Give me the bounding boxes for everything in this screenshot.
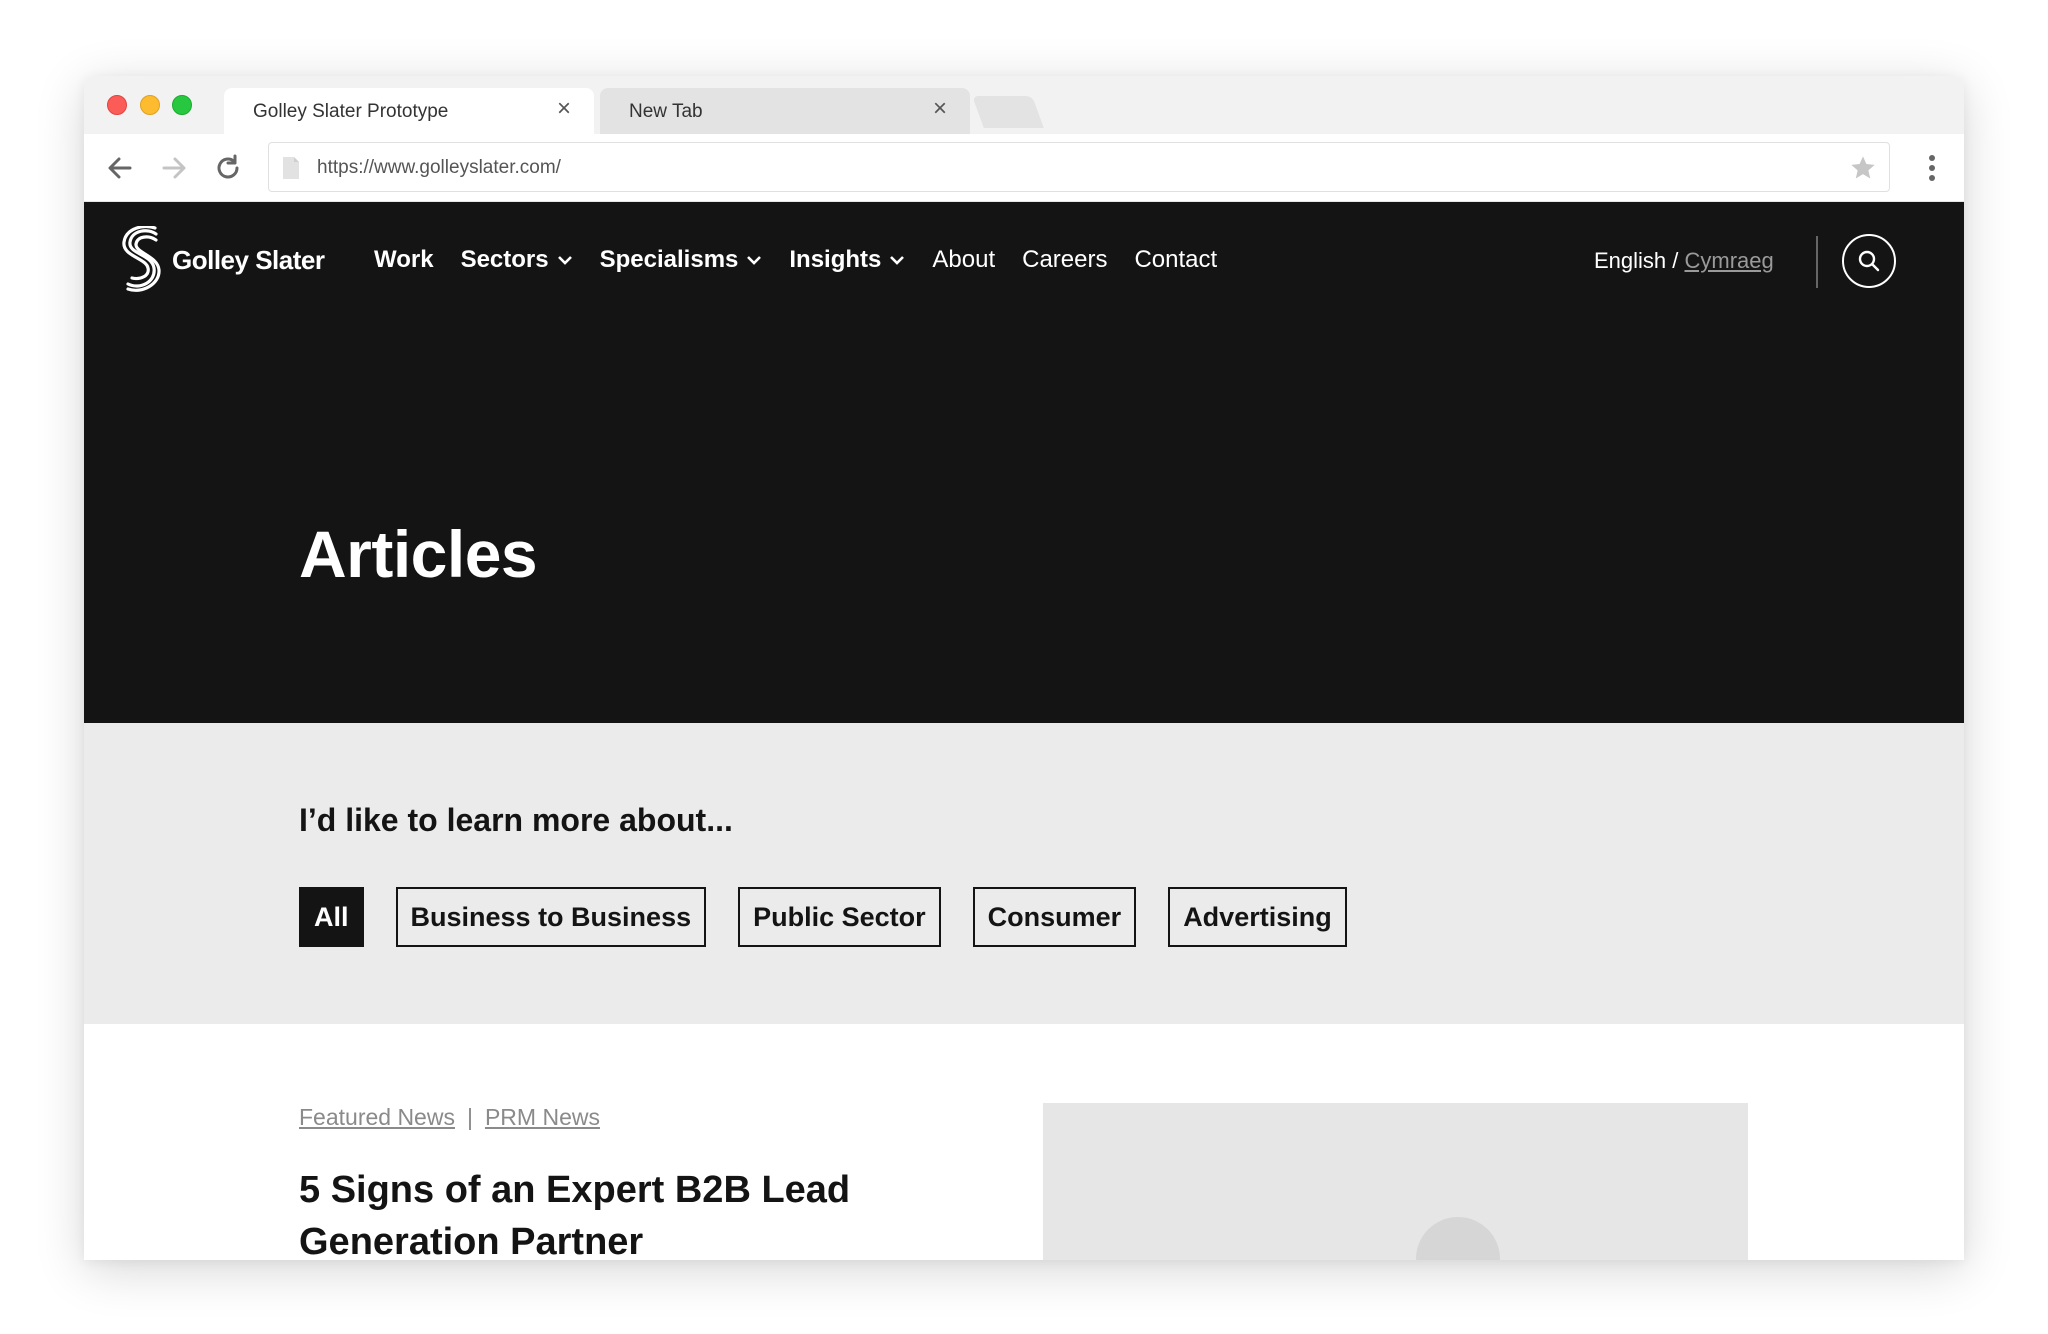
filter-advertising-button[interactable]: Advertising: [1168, 887, 1347, 947]
filter-b2b-button[interactable]: Business to Business: [395, 887, 707, 947]
close-tab-icon[interactable]: ×: [552, 97, 576, 121]
article-list: Featured News | PRM News 5 Signs of an Exp…: [84, 1024, 1964, 1260]
nav-item-work[interactable]: Work: [374, 246, 434, 274]
tab-title: New Tab: [629, 101, 703, 122]
arrow-left-icon: [108, 157, 132, 179]
language-switcher: English / Cymraeg: [1594, 248, 1774, 274]
filter-public-sector-button[interactable]: Public Sector: [738, 887, 941, 947]
new-tab-button[interactable]: [972, 96, 1044, 128]
url-text[interactable]: https://www.golleyslater.com/: [317, 157, 561, 179]
tab-golley-slater[interactable]: Golley Slater Prototype ×: [224, 88, 594, 134]
filter-pill-row: All Business to Business Public Sector C…: [299, 887, 1379, 947]
nav-item-insights[interactable]: Insights: [789, 246, 905, 274]
maximize-window-button[interactable]: [172, 95, 192, 115]
nav-label: Work: [374, 246, 434, 273]
reload-icon: [217, 154, 239, 179]
brand-name: Golley Slater: [172, 244, 325, 275]
nav-item-about[interactable]: About: [932, 246, 995, 274]
lang-divider: /: [1666, 248, 1685, 273]
nav-label: Careers: [1022, 246, 1108, 273]
image-placeholder-shape: [1416, 1217, 1500, 1260]
search-button[interactable]: [1842, 234, 1896, 288]
forward-button[interactable]: [158, 152, 190, 184]
tab-strip: Golley Slater Prototype × New Tab ×: [84, 76, 1964, 134]
address-bar[interactable]: https://www.golleyslater.com/: [268, 142, 1890, 192]
header-divider: [1816, 236, 1818, 288]
nav-label: About: [932, 246, 996, 273]
main-nav: Work Sectors Specialisms Insights About …: [374, 246, 1244, 274]
more-menu-icon[interactable]: [1922, 152, 1942, 184]
page-title: Articles: [299, 517, 538, 591]
site-logo[interactable]: Golley Slater: [122, 226, 325, 294]
filter-all-button[interactable]: All: [299, 887, 364, 947]
nav-label: Sectors: [460, 246, 549, 273]
minimize-window-button[interactable]: [140, 95, 160, 115]
reload-button[interactable]: [212, 152, 244, 184]
search-icon: [1858, 250, 1880, 272]
nav-label: Contact: [1134, 246, 1218, 273]
article-image-placeholder[interactable]: [1043, 1103, 1748, 1260]
filter-section: I’d like to learn more about... All Busi…: [84, 723, 1964, 1024]
nav-item-sectors[interactable]: Sectors: [461, 246, 573, 274]
tag-separator: |: [466, 1104, 473, 1130]
filter-heading: I’d like to learn more about...: [299, 802, 733, 838]
browser-window: Golley Slater Prototype × New Tab × http…: [84, 76, 1964, 1260]
nav-item-contact[interactable]: Contact: [1134, 246, 1217, 274]
page-icon: [283, 157, 299, 179]
bookmark-star-icon[interactable]: [1849, 154, 1877, 182]
browser-toolbar: https://www.golleyslater.com/: [84, 134, 1964, 202]
article-tags: Featured News | PRM News: [299, 1104, 600, 1131]
close-tab-icon[interactable]: ×: [928, 97, 952, 121]
chevron-down-icon: [890, 256, 905, 265]
lang-cymraeg-link[interactable]: Cymraeg: [1685, 248, 1774, 273]
article-title-link[interactable]: 5 Signs of an Expert B2B Lead Generation…: [299, 1164, 959, 1260]
nav-label: Specialisms: [599, 246, 739, 273]
chevron-down-icon: [747, 256, 762, 265]
lang-english[interactable]: English: [1594, 248, 1666, 273]
tag-prm-news-link[interactable]: PRM News: [485, 1104, 600, 1130]
chevron-down-icon: [557, 256, 572, 265]
tab-new-tab[interactable]: New Tab ×: [600, 88, 970, 134]
nav-item-careers[interactable]: Careers: [1022, 246, 1107, 274]
site-header-hero: Golley Slater Work Sectors Specialisms I…: [84, 202, 1964, 723]
arrow-right-icon: [162, 157, 186, 179]
golley-slater-logo-icon: [122, 226, 161, 292]
nav-label: Insights: [789, 246, 882, 273]
tab-title: Golley Slater Prototype: [253, 101, 449, 122]
close-window-button[interactable]: [107, 95, 127, 115]
tag-featured-news-link[interactable]: Featured News: [299, 1104, 455, 1130]
back-button[interactable]: [104, 152, 136, 184]
nav-item-specialisms[interactable]: Specialisms: [600, 246, 763, 274]
filter-consumer-button[interactable]: Consumer: [972, 887, 1137, 947]
